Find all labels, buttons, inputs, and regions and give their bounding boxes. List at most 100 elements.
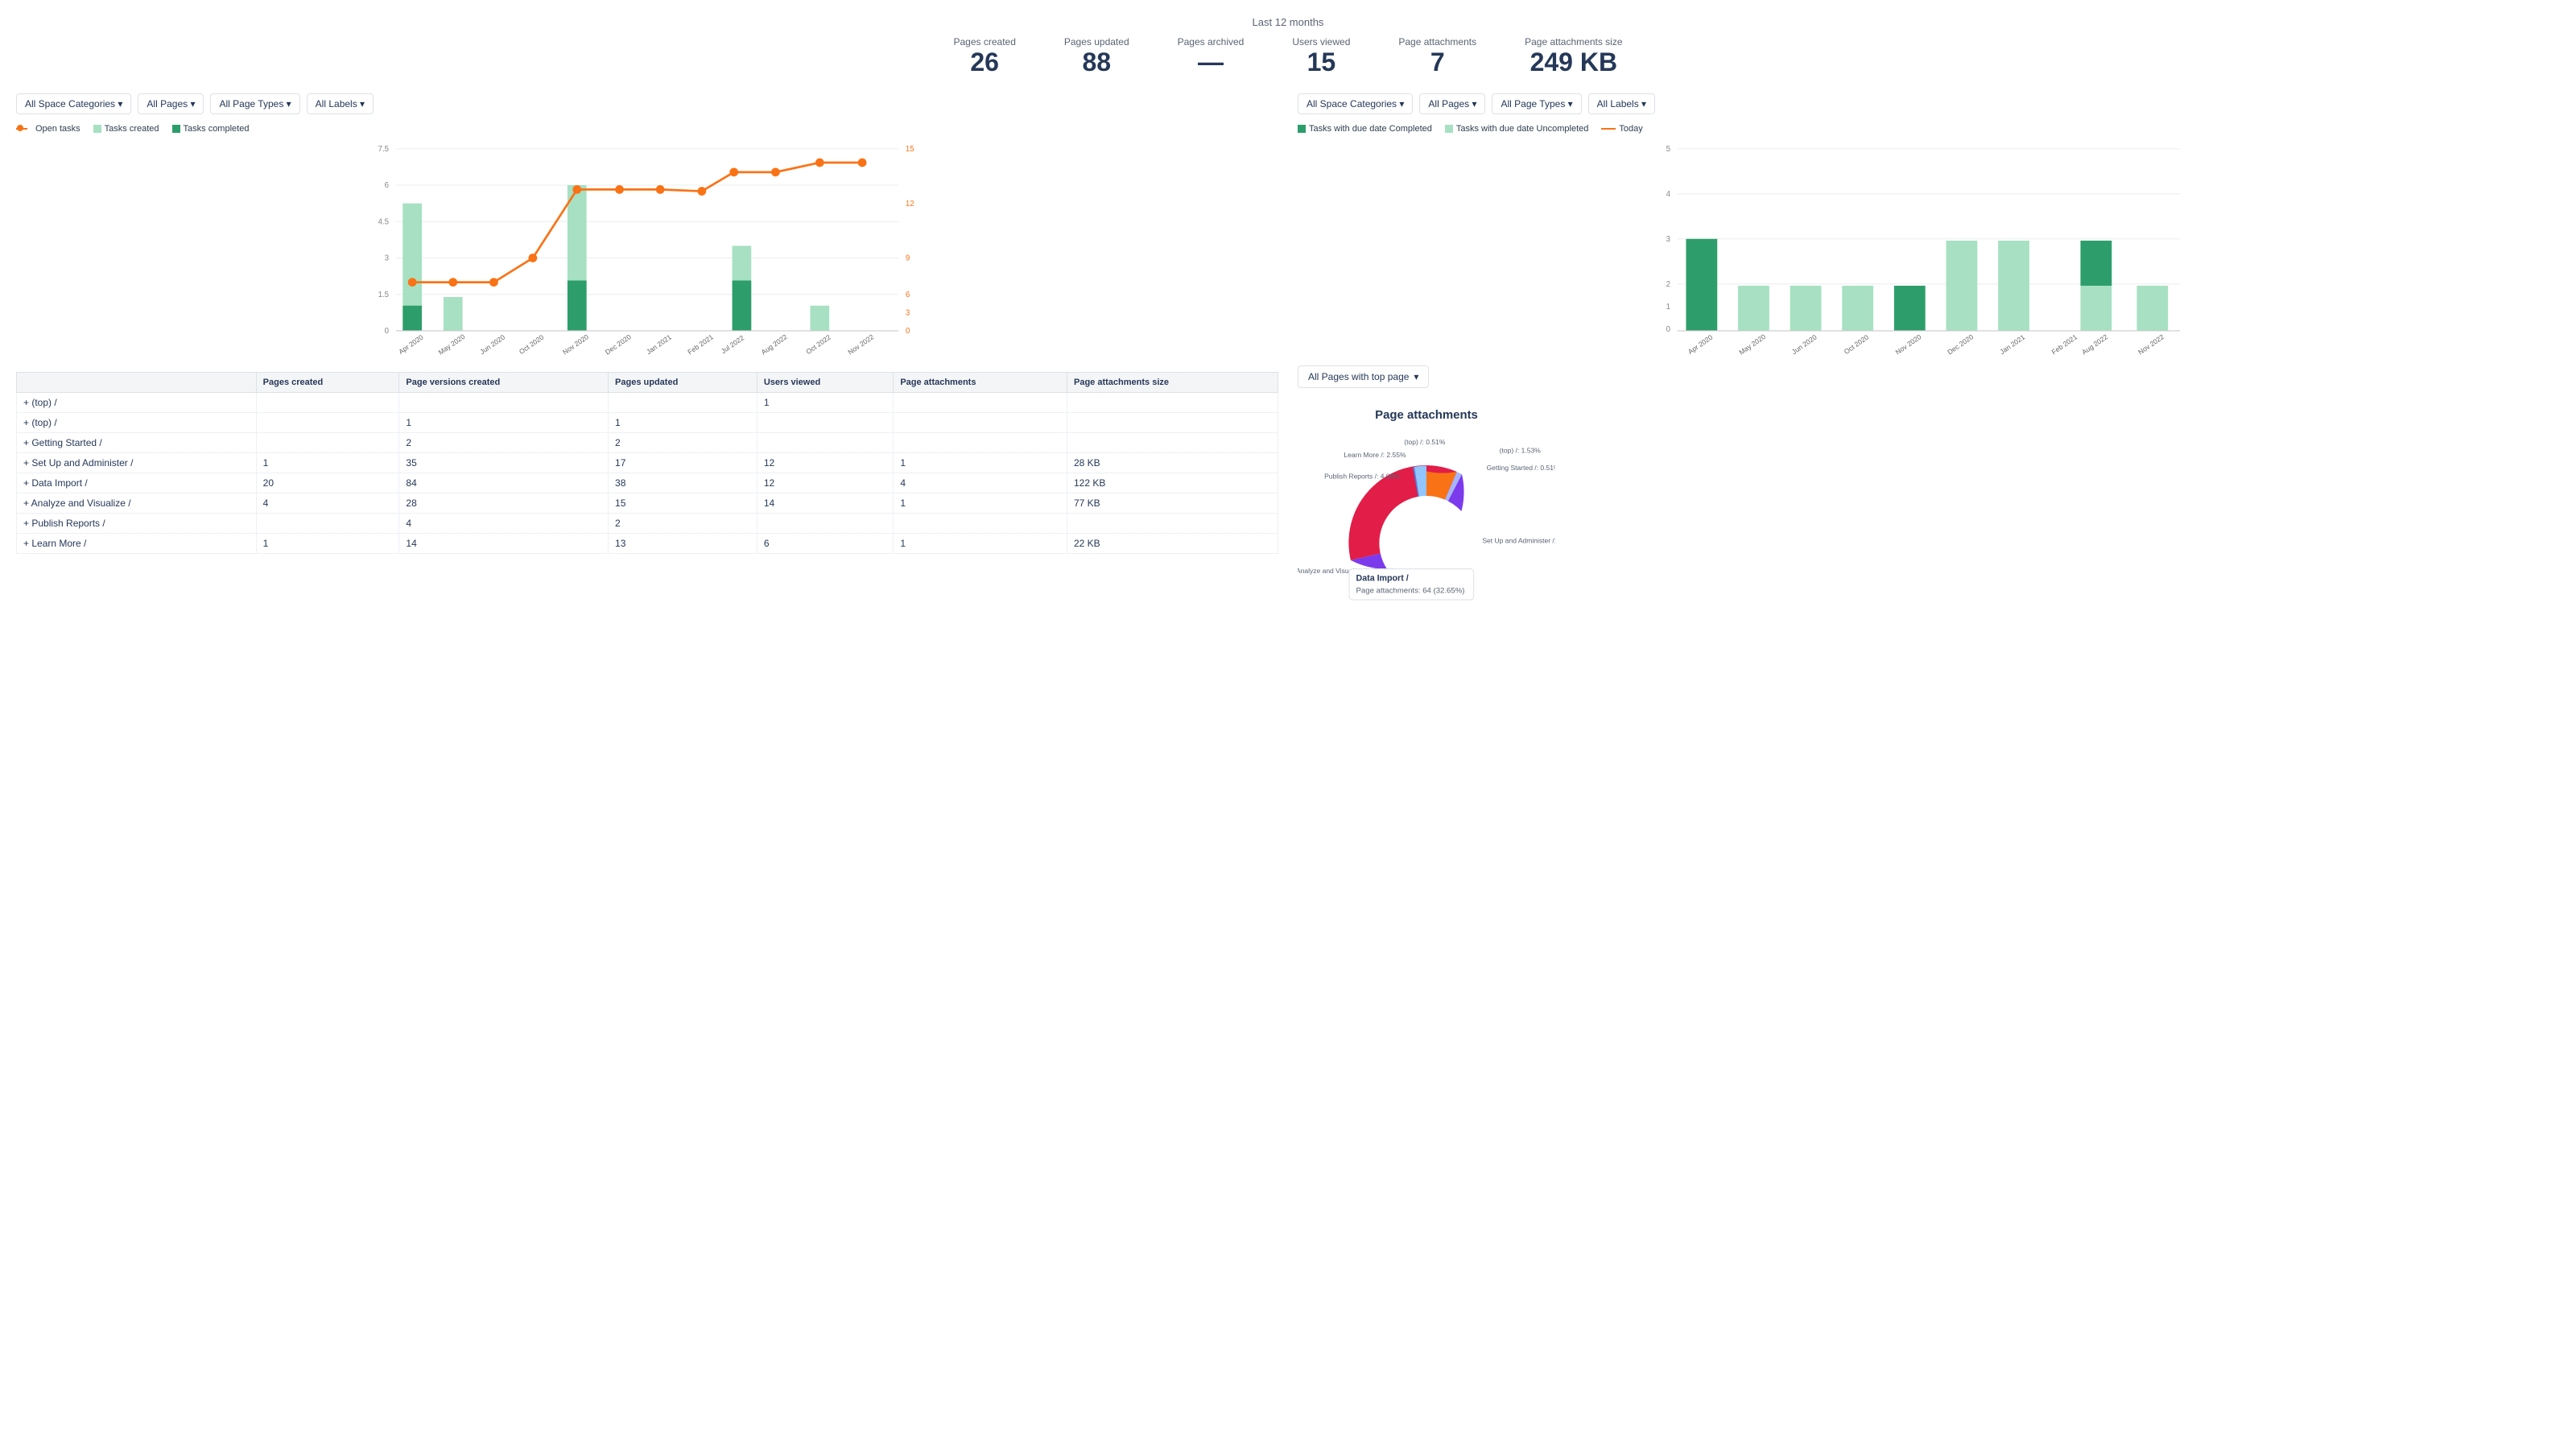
- tooltip-value: Page attachments: 64 (32.65%): [1356, 587, 1465, 596]
- cell-name: + (top) /: [17, 413, 257, 433]
- pie-label-top2: (top) /: 1.53%: [1500, 447, 1542, 455]
- pie-label-publish-reports: Publish Reports /: 4.08%: [1324, 473, 1400, 481]
- stat-pages-archived: Pages archived —: [1178, 36, 1245, 77]
- table-row: + (top) /11: [17, 413, 1278, 433]
- pie-label-learn-more: Learn More /: 2.55%: [1344, 451, 1406, 459]
- cell-page_versions: [399, 393, 609, 413]
- table-row: + (top) / 1: [17, 393, 1278, 413]
- legend-tasks-created-label: Tasks created: [105, 124, 159, 134]
- right-chart: 5 4 3 2 0 1: [1298, 140, 2560, 365]
- cell-pa_size: [1067, 393, 1278, 413]
- cell-pages_created: 4: [256, 493, 399, 514]
- cell-pages_updated: 38: [609, 473, 758, 493]
- tooltip-title: Data Import /: [1356, 574, 1409, 584]
- svg-text:Aug 2022: Aug 2022: [2080, 332, 2109, 356]
- cell-users_viewed: 14: [757, 493, 893, 514]
- left-filter-labels[interactable]: All Labels ▾: [307, 93, 374, 114]
- pie-dropdown[interactable]: All Pages with top page ▾: [1298, 365, 1429, 388]
- cell-users_viewed: 1: [757, 393, 893, 413]
- cell-pa_size: [1067, 433, 1278, 453]
- dot-feb2021: [697, 187, 706, 196]
- left-filter-page-types[interactable]: All Page Types ▾: [210, 93, 299, 114]
- stat-pages-created: Pages created 26: [953, 36, 1015, 77]
- pie-section: All Pages with top page ▾ Page attachmen…: [1298, 365, 2560, 642]
- cell-users_viewed: 12: [757, 473, 893, 493]
- left-panel: All Space Categories ▾ All Pages ▾ All P…: [16, 93, 1278, 642]
- col-header-page-attachments: Page attachments: [894, 373, 1067, 393]
- pie-label-set-up: Set Up and Administer /: 30.61%: [1482, 537, 1555, 545]
- svg-text:9: 9: [906, 254, 910, 263]
- svg-text:0: 0: [385, 327, 390, 336]
- right-filter-labels[interactable]: All Labels ▾: [1588, 93, 1655, 114]
- cell-pages_updated: 17: [609, 453, 758, 473]
- stat-page-attachments-label: Page attachments: [1398, 36, 1476, 47]
- cell-name: + Analyze and Visualize /: [17, 493, 257, 514]
- cell-pages_created: 1: [256, 453, 399, 473]
- legend-due-uncompleted: Tasks with due date Uncompleted: [1445, 124, 1588, 134]
- dot-nov2022: [858, 159, 867, 167]
- left-filter-pages[interactable]: All Pages ▾: [138, 93, 204, 114]
- bar-completed-aug2022: [733, 280, 752, 330]
- stat-pa-size: Page attachments size 249 KB: [1525, 36, 1622, 77]
- table-row: + Set Up and Administer /1351712128 KB: [17, 453, 1278, 473]
- svg-text:Dec 2020: Dec 2020: [604, 332, 633, 356]
- stat-pages-updated: Pages updated 88: [1064, 36, 1129, 77]
- svg-text:Jun 2020: Jun 2020: [1790, 332, 1818, 356]
- cell-page_attachments: [894, 514, 1067, 534]
- cell-page_attachments: [894, 433, 1067, 453]
- cell-users_viewed: 6: [757, 534, 893, 554]
- left-chart: 7.5 6 4.5 3 1.5 0 15 12 9 6 3 0: [16, 140, 1278, 365]
- svg-text:Apr 2020: Apr 2020: [397, 333, 425, 356]
- svg-text:4: 4: [1666, 190, 1671, 199]
- svg-text:Nov 2020: Nov 2020: [561, 332, 590, 356]
- svg-text:4.5: 4.5: [378, 217, 389, 226]
- col-header-page-versions: Page versions created: [399, 373, 609, 393]
- stat-pages-updated-label: Pages updated: [1064, 36, 1129, 47]
- svg-text:Aug 2022: Aug 2022: [760, 332, 789, 356]
- cell-page_attachments: [894, 413, 1067, 433]
- svg-text:5: 5: [1666, 145, 1670, 154]
- col-header-name: [17, 373, 257, 393]
- svg-text:Jan 2021: Jan 2021: [645, 332, 673, 356]
- cell-pa_size: 77 KB: [1067, 493, 1278, 514]
- svg-text:Dec 2020: Dec 2020: [1946, 332, 1975, 356]
- dot-jun2020: [489, 278, 498, 287]
- right-filter-bar: All Space Categories ▾ All Pages ▾ All P…: [1298, 93, 2560, 114]
- stat-pages-created-label: Pages created: [953, 36, 1015, 47]
- legend-open-tasks: Open tasks: [16, 124, 80, 134]
- bar-completed-apr2020: [402, 306, 422, 331]
- stat-pages-archived-label: Pages archived: [1178, 36, 1245, 47]
- pie-label-getting-started: Getting Started /: 0.51%: [1487, 464, 1555, 472]
- pie-chart-wrapper: Page attachments: [1298, 401, 1555, 642]
- right-panel: All Space Categories ▾ All Pages ▾ All P…: [1298, 93, 2560, 642]
- left-chart-svg: 7.5 6 4.5 3 1.5 0 15 12 9 6 3 0: [16, 140, 1278, 365]
- legend-tasks-completed-label: Tasks completed: [184, 124, 250, 134]
- svg-text:Jun 2020: Jun 2020: [478, 332, 506, 356]
- stat-pages-updated-value: 88: [1064, 47, 1129, 77]
- dot-dec2020: [615, 185, 624, 194]
- svg-text:Oct 2022: Oct 2022: [804, 333, 832, 356]
- cell-page_versions: 84: [399, 473, 609, 493]
- svg-text:1: 1: [1666, 303, 1670, 312]
- rbar-completed-apr2020: [1686, 239, 1717, 331]
- cell-pa_size: 28 KB: [1067, 453, 1278, 473]
- left-filter-space-categories[interactable]: All Space Categories ▾: [16, 93, 131, 114]
- right-filter-page-types[interactable]: All Page Types ▾: [1492, 93, 1581, 114]
- stat-pages-created-value: 26: [953, 47, 1015, 77]
- stat-pages-archived-value: —: [1178, 47, 1245, 77]
- legend-tasks-completed: Tasks completed: [172, 124, 250, 134]
- table-row: + Learn More /114136122 KB: [17, 534, 1278, 554]
- right-filter-pages[interactable]: All Pages ▾: [1419, 93, 1485, 114]
- cell-name: + (top) /: [17, 393, 257, 413]
- col-header-pages-created: Pages created: [256, 373, 399, 393]
- svg-text:0: 0: [906, 327, 910, 336]
- rbar-uncomp-jan2021: [1998, 241, 2029, 331]
- left-legend: Open tasks Tasks created Tasks completed: [16, 124, 1278, 134]
- svg-text:Jan 2021: Jan 2021: [1998, 332, 2026, 356]
- right-filter-space-categories[interactable]: All Space Categories ▾: [1298, 93, 1413, 114]
- legend-today-label: Today: [1619, 124, 1642, 134]
- cell-users_viewed: 12: [757, 453, 893, 473]
- cell-pa_size: 22 KB: [1067, 534, 1278, 554]
- stat-users-viewed: Users viewed 15: [1292, 36, 1350, 77]
- svg-text:Oct 2020: Oct 2020: [518, 333, 546, 356]
